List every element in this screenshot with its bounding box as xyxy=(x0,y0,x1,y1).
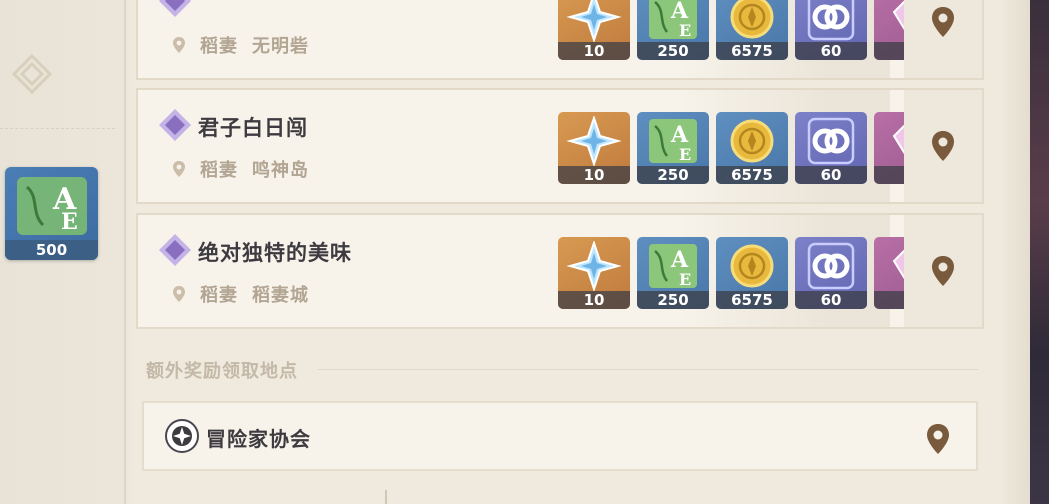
reward-list: 10 AE 250 6575 60 0 xyxy=(558,112,908,184)
reward-item[interactable]: A E 250 xyxy=(637,0,709,60)
world-quest-icon xyxy=(159,234,191,266)
svg-text:E: E xyxy=(679,270,691,289)
primogem-icon xyxy=(566,0,622,42)
fetters-icon xyxy=(807,242,855,290)
reward-list: 10 AE 250 6575 60 0 xyxy=(558,0,908,60)
reward-item[interactable]: 60 xyxy=(795,0,867,60)
world-quest-icon xyxy=(159,109,191,141)
extra-reward-section-label: 额外奖励领取地点 xyxy=(146,361,298,382)
mora-icon xyxy=(730,244,774,288)
reward-count: 60 xyxy=(795,166,867,184)
quest-area: 稻妻城 xyxy=(252,285,309,306)
quest-region: 稻妻 xyxy=(200,285,238,306)
compass-icon xyxy=(165,419,199,453)
extra-reward-location-card[interactable]: 冒险家协会 xyxy=(142,401,978,471)
reward-item[interactable]: 60 xyxy=(795,237,867,309)
quest-title: 君子白日闯 xyxy=(198,116,308,140)
selected-reward-item[interactable]: A E 500 xyxy=(5,167,98,260)
world-quest-icon xyxy=(159,0,191,17)
reward-item[interactable]: 6575 xyxy=(716,112,788,184)
section-divider xyxy=(318,369,978,370)
reward-list: 10 AE 250 6575 60 0 xyxy=(558,237,908,309)
primogem-icon xyxy=(566,116,622,166)
bottom-divider xyxy=(385,490,387,504)
reward-item[interactable]: A E 250 xyxy=(637,112,709,184)
reward-count: 0 xyxy=(874,291,908,309)
reward-count: 0 xyxy=(874,42,908,60)
svg-text:E: E xyxy=(679,21,691,40)
reward-item[interactable]: 6575 xyxy=(716,237,788,309)
reward-count: 10 xyxy=(558,42,630,60)
reward-count: 10 xyxy=(558,166,630,184)
quest-area: 无明砦 xyxy=(252,36,309,57)
reward-count: 250 xyxy=(637,291,709,309)
quest-location: 稻妻 鸣神岛 xyxy=(172,156,309,182)
reward-count: 60 xyxy=(795,42,867,60)
left-divider xyxy=(0,128,115,129)
reward-item[interactable]: 10 xyxy=(558,112,630,184)
selected-reward-count: 500 xyxy=(5,240,98,260)
reward-count: 10 xyxy=(558,291,630,309)
location-pin-icon xyxy=(173,161,185,177)
map-pin-icon xyxy=(932,131,954,161)
reward-count: 0 xyxy=(874,166,908,184)
reward-item[interactable]: 0 xyxy=(874,112,908,184)
adventure-exp-icon: A E xyxy=(17,177,87,235)
location-pin-icon xyxy=(173,37,185,53)
quest-location: 稻妻 无明砦 xyxy=(172,32,309,58)
quest-card[interactable]: 稻妻 无明砦 10 AE 250 6575 60 0 xyxy=(136,0,984,80)
reward-count: 250 xyxy=(637,42,709,60)
quest-card[interactable]: 绝对独特的美味 稻妻 稻妻城 10 AE 250 6575 60 0 xyxy=(136,213,984,329)
svg-text:E: E xyxy=(679,145,691,164)
quest-region: 稻妻 xyxy=(200,36,238,57)
quest-card[interactable]: 君子白日闯 稻妻 鸣神岛 10 AE 250 6575 60 0 xyxy=(136,88,984,204)
location-pin-icon xyxy=(173,286,185,302)
quest-area: 鸣神岛 xyxy=(252,160,309,181)
quest-region: 稻妻 xyxy=(200,160,238,181)
reward-item[interactable]: 0 xyxy=(874,237,908,309)
mora-icon xyxy=(730,119,774,163)
reward-count: 6575 xyxy=(716,166,788,184)
reward-item[interactable]: 6575 xyxy=(716,0,788,60)
reward-count: 60 xyxy=(795,291,867,309)
navigate-button[interactable] xyxy=(904,0,982,78)
reward-count: 250 xyxy=(637,166,709,184)
fetters-icon xyxy=(807,0,855,41)
mora-icon xyxy=(730,0,774,39)
navigate-button[interactable] xyxy=(904,90,982,202)
extra-reward-place: 冒险家协会 xyxy=(206,427,311,451)
navigate-button[interactable] xyxy=(904,215,982,327)
reward-item[interactable]: 60 xyxy=(795,112,867,184)
reward-item[interactable]: 10 xyxy=(558,0,630,60)
map-pin-icon xyxy=(932,256,954,286)
reward-item[interactable]: 0 xyxy=(874,0,908,60)
quest-title: 绝对独特的美味 xyxy=(198,241,352,265)
adventure-exp-icon: AE xyxy=(649,0,697,40)
window-decoration xyxy=(1030,0,1049,504)
map-pin-icon[interactable] xyxy=(926,423,950,455)
map-pin-icon xyxy=(932,7,954,37)
reward-item[interactable]: A E 250 xyxy=(637,237,709,309)
adventure-exp-icon: AE xyxy=(649,119,697,164)
star-emblem-icon xyxy=(11,53,53,95)
reward-count: 6575 xyxy=(716,291,788,309)
reward-count: 6575 xyxy=(716,42,788,60)
adventure-exp-icon: AE xyxy=(649,244,697,289)
svg-text:E: E xyxy=(61,209,78,235)
fetters-icon xyxy=(807,117,855,165)
quest-location: 稻妻 稻妻城 xyxy=(172,281,309,307)
reward-item[interactable]: 10 xyxy=(558,237,630,309)
primogem-icon xyxy=(566,241,622,291)
page-spine xyxy=(124,0,126,504)
